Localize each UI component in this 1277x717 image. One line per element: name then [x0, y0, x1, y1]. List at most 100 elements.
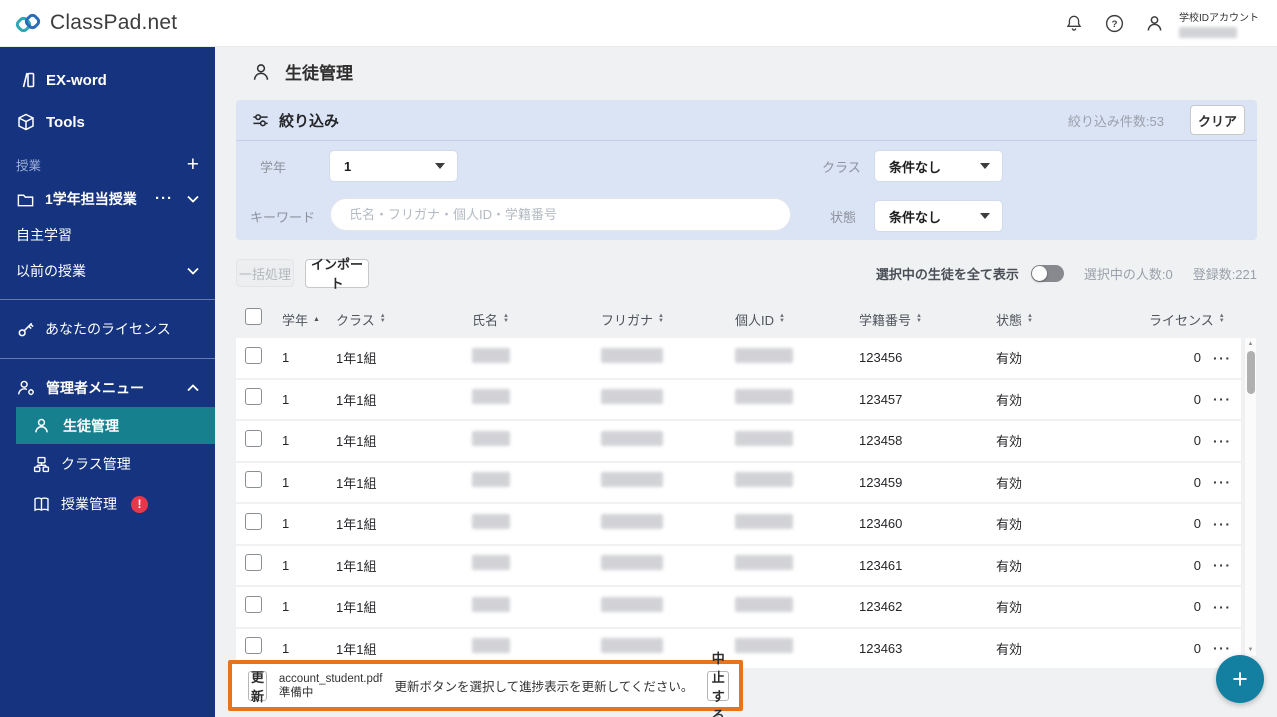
redacted-student-name [472, 513, 510, 529]
row-checkbox[interactable] [245, 637, 262, 655]
add-student-fab[interactable]: + [1216, 655, 1264, 703]
notifications-bell-icon[interactable] [1063, 12, 1085, 34]
registered-count: 登録数:221 [1192, 266, 1257, 282]
account-type-label: 学校IDアカウント [1179, 12, 1259, 24]
row-checkbox[interactable] [245, 471, 262, 489]
classpad-logo-icon [14, 9, 42, 37]
table-scrollbar[interactable]: ▲ ▼ [1244, 338, 1256, 656]
sidebar-item-previous-lessons[interactable]: 以前の授業 [0, 253, 215, 289]
row-menu-button[interactable]: ··· [1213, 433, 1232, 448]
refresh-button[interactable]: 更新 [248, 670, 267, 704]
scrollbar-thumb[interactable] [1246, 351, 1255, 394]
cell-grade: 1 [282, 516, 290, 532]
row-checkbox[interactable] [245, 388, 262, 406]
row-checkbox[interactable] [245, 554, 262, 572]
sidebar-item-label: EX-word [46, 71, 107, 89]
cell-class: 1年1組 [336, 351, 377, 367]
scroll-down-icon[interactable]: ▼ [1248, 644, 1254, 656]
column-header-name[interactable]: 氏名 ▲ ▼ [464, 310, 593, 329]
redacted-personal-id [735, 555, 793, 571]
show-selected-toggle[interactable] [1030, 264, 1064, 282]
sidebar-item-self-study[interactable]: 自主学習 [0, 217, 215, 253]
cell-license-count: 0 [1193, 557, 1201, 573]
redacted-personal-id [735, 513, 793, 529]
clear-filter-button[interactable]: クリア [1190, 105, 1245, 135]
sidebar-item-label: クラス管理 [61, 456, 131, 472]
column-header-personal-id[interactable]: 個人ID ▲ ▼ [727, 310, 851, 329]
sidebar-item-label: 管理者メニュー [46, 380, 144, 396]
redacted-furigana [601, 513, 663, 529]
select-all-checkbox[interactable] [245, 308, 262, 325]
cell-status: 有効 [996, 475, 1023, 491]
admin-user-gear-icon [16, 378, 36, 398]
column-header-student-no[interactable]: 学籍番号 ▲ ▼ [851, 310, 988, 329]
sidebar-item-label: 自主学習 [16, 227, 72, 243]
cell-grade: 1 [282, 640, 290, 656]
row-checkbox[interactable] [245, 595, 262, 613]
column-header-status[interactable]: 状態 ▲ ▼ [988, 310, 1141, 329]
sidebar-item-tools[interactable]: Tools [0, 101, 215, 143]
cell-grade: 1 [282, 433, 290, 449]
row-menu-button[interactable]: ··· [1213, 516, 1232, 531]
add-lesson-button[interactable]: + [187, 154, 199, 175]
sidebar-item-label: 以前の授業 [16, 263, 86, 279]
chevron-down-icon [980, 163, 990, 169]
row-checkbox[interactable] [245, 429, 262, 447]
scroll-up-icon[interactable]: ▲ [1248, 338, 1254, 350]
cell-license-count: 0 [1193, 516, 1201, 532]
cancel-button[interactable]: 中止する [707, 651, 729, 717]
account-info: 学校IDアカウント [1179, 9, 1259, 38]
sidebar-item-student-management[interactable]: 生徒管理 [16, 407, 215, 444]
chevron-down-icon[interactable] [187, 195, 199, 203]
help-icon[interactable]: ? [1103, 12, 1125, 34]
cell-license-count: 0 [1193, 433, 1201, 449]
page-title: 生徒管理 [285, 64, 353, 83]
import-button[interactable]: インポート [305, 257, 369, 291]
sidebar-item-class-management[interactable]: クラス管理 [0, 444, 215, 484]
sidebar-item-your-license[interactable]: あなたのライセンス [0, 310, 215, 348]
user-account-icon[interactable] [1143, 12, 1165, 34]
chevron-up-icon[interactable] [187, 384, 199, 392]
chevron-down-icon[interactable] [187, 267, 199, 275]
table-row: 1 1年1組 123461 有効 0 ··· [236, 545, 1241, 585]
table-row: 1 1年1組 123462 有効 0 ··· [236, 587, 1241, 627]
cell-grade: 1 [282, 557, 290, 573]
row-menu-button[interactable]: ··· [1213, 392, 1232, 407]
status-dropdown[interactable]: 条件なし [875, 201, 1002, 231]
top-header: ClassPad.net ? 学校IDアカウント [0, 0, 1277, 47]
column-header-class[interactable]: クラス ▲ ▼ [328, 310, 464, 329]
column-header-license[interactable]: ライセンス ▲ ▼ [1141, 310, 1241, 329]
logo[interactable]: ClassPad.net [14, 9, 177, 37]
cell-status: 有効 [996, 641, 1023, 657]
cell-license-count: 0 [1193, 350, 1201, 366]
row-checkbox[interactable] [245, 346, 262, 364]
sidebar-item-grade1-folder[interactable]: 1学年担当授業 ··· [0, 181, 215, 217]
bulk-action-button[interactable]: 一括処理 [236, 259, 294, 287]
redacted-personal-id [735, 430, 793, 446]
redacted-student-name [472, 596, 510, 612]
grade-dropdown[interactable]: 1 [330, 151, 457, 181]
cell-student-no: 123458 [859, 433, 903, 449]
cell-student-no: 123456 [859, 350, 903, 366]
column-header-furigana[interactable]: フリガナ ▲ ▼ [593, 310, 727, 329]
row-checkbox[interactable] [245, 512, 262, 530]
row-menu-button[interactable]: ··· [1213, 641, 1232, 656]
sidebar-item-label: 授業管理 [61, 496, 117, 512]
row-menu-button[interactable]: ··· [1213, 350, 1232, 365]
table-header-row: 学年 ▲ クラス ▲ ▼ 氏名 ▲ ▼ フリガナ ▲ ▼ 個人ID ▲ ▼ 学籍番号 ▲ ▼ 状態 ▲ ▼… [236, 300, 1241, 338]
column-header-grade[interactable]: 学年 ▲ [274, 310, 328, 329]
redacted-student-name [472, 389, 510, 405]
class-dropdown[interactable]: 条件なし [875, 151, 1002, 181]
folder-icon [16, 190, 35, 209]
row-menu-button[interactable]: ··· [1213, 475, 1232, 490]
sidebar-item-admin-menu[interactable]: 管理者メニュー [0, 369, 215, 407]
sort-icon: ▲ ▼ [1218, 313, 1225, 324]
sidebar-item-exword[interactable]: EX-word [0, 59, 215, 101]
folder-more-button[interactable]: ··· [155, 192, 173, 206]
row-menu-button[interactable]: ··· [1213, 558, 1232, 573]
main-content: 生徒管理 絞り込み 絞り込み件数:53 クリア 学年 1 クラス 条件なし キー… [215, 47, 1277, 717]
row-menu-button[interactable]: ··· [1213, 599, 1232, 614]
sidebar-item-lesson-management[interactable]: 授業管理 ! [0, 484, 215, 524]
status-dropdown-value: 条件なし [889, 209, 942, 225]
keyword-search-input[interactable] [330, 198, 791, 231]
